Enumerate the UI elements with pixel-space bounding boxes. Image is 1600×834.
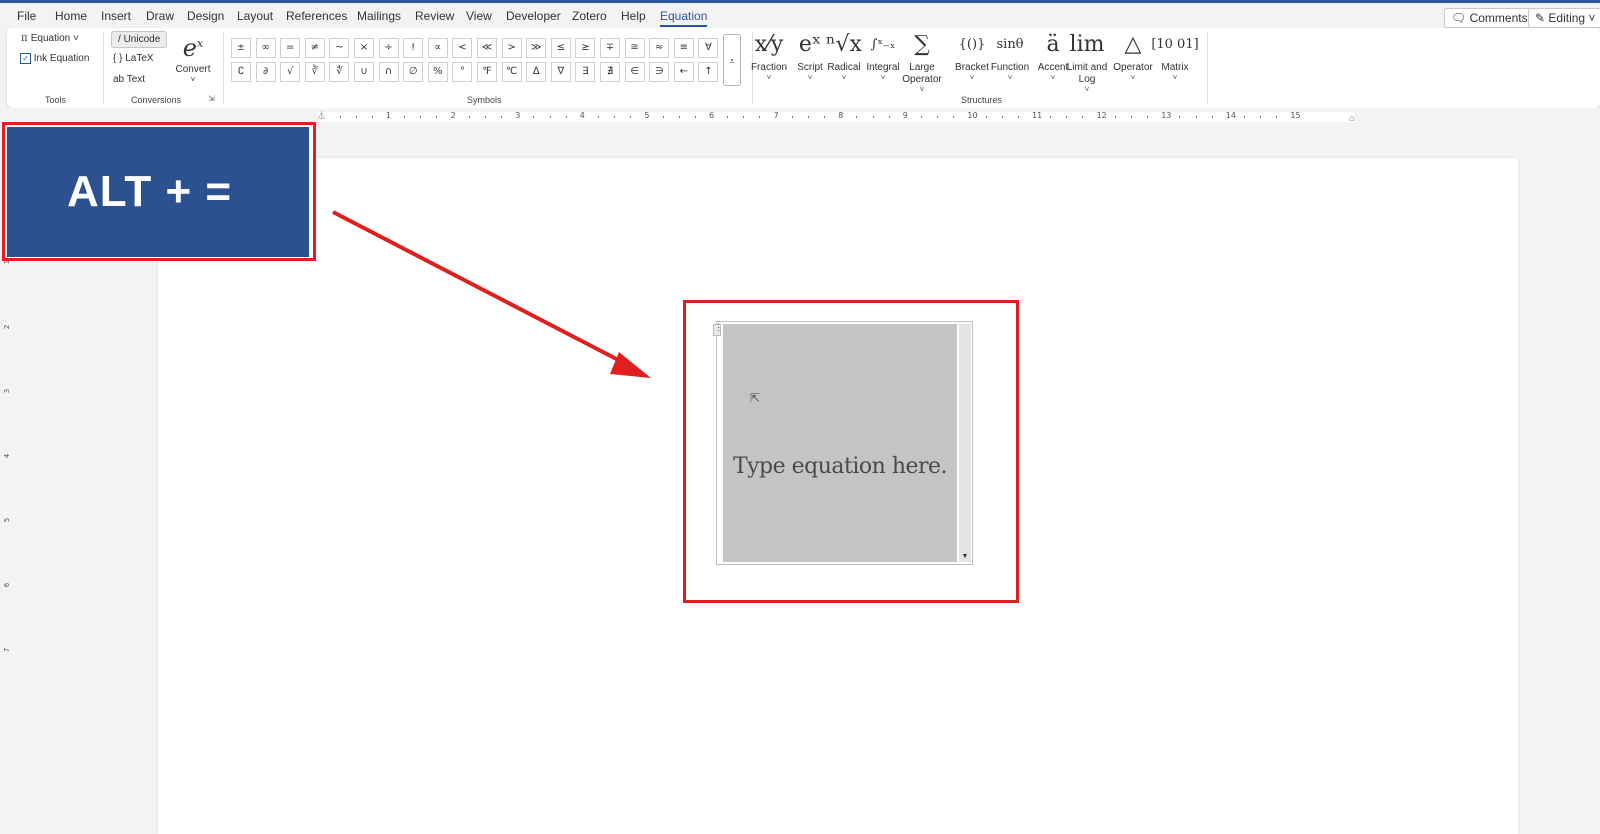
mouse-cursor-icon: ⇱ <box>750 391 761 405</box>
dropdown-arrow-icon[interactable]: ▼ <box>959 552 971 562</box>
equation-placeholder-area[interactable]: Type equation here. <box>723 324 957 562</box>
equation-placeholder-text: Type equation here. <box>732 454 948 479</box>
shortcut-text: ALT + = <box>67 167 233 216</box>
drag-handle-icon[interactable]: ⋮ <box>713 323 723 336</box>
arrow-shaft <box>332 210 629 367</box>
arrow-head <box>610 352 651 378</box>
shortcut-callout: ALT + = <box>2 122 316 261</box>
equation-options-bar[interactable]: ▼ <box>959 324 971 562</box>
callout-panel: ALT + = <box>7 127 309 257</box>
equation-content-control[interactable]: ⋮ Type equation here. ▼ <box>713 321 973 565</box>
